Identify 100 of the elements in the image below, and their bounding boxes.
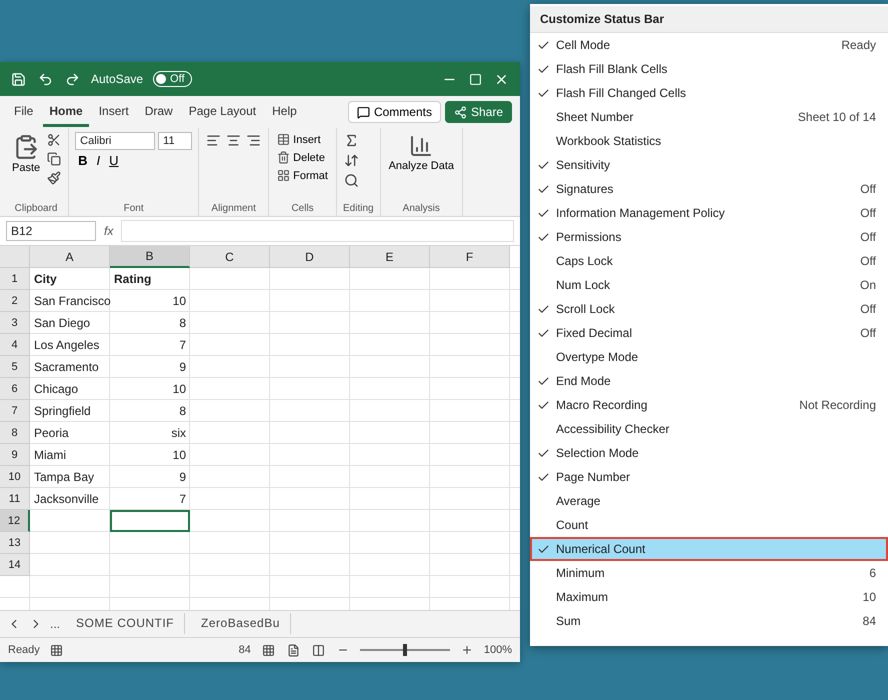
ribbon-tab[interactable]: Draw: [138, 98, 179, 126]
more-sheets[interactable]: ...: [50, 617, 60, 631]
comments-button[interactable]: Comments: [348, 101, 441, 123]
table-icon: [277, 133, 290, 146]
ribbon-tab[interactable]: File: [8, 98, 40, 126]
row-number[interactable]: 4: [0, 334, 30, 356]
zoom-level[interactable]: 100%: [484, 644, 512, 656]
font-style-button[interactable]: I: [94, 153, 104, 168]
menu-item[interactable]: Workbook Statistics: [530, 129, 888, 153]
function-label: fx: [104, 224, 114, 238]
font-name-field[interactable]: Calibri: [75, 132, 156, 150]
menu-item[interactable]: Sensitivity: [530, 153, 888, 177]
group-label: Editing: [342, 203, 374, 214]
menu-item[interactable]: Signatures Off: [530, 177, 888, 201]
save-icon[interactable]: [10, 70, 27, 88]
table-cell-text: Peoria: [33, 425, 70, 442]
row-number[interactable]: 7: [0, 400, 30, 422]
column-header[interactable]: F: [430, 246, 510, 268]
menu-item[interactable]: Fixed Decimal Off: [530, 321, 888, 345]
column-header[interactable]: B: [110, 246, 190, 268]
share-button[interactable]: Share: [444, 101, 512, 123]
table-cell-text: six: [170, 425, 187, 442]
table-cell-text: Los Angeles: [33, 337, 100, 354]
row-number[interactable]: 6: [0, 378, 30, 400]
row-number[interactable]: 3: [0, 312, 30, 334]
table-cell-text: Sacramento: [33, 359, 100, 376]
menu-item[interactable]: Flash Fill Changed Cells: [530, 81, 888, 105]
menu-item[interactable]: Count: [530, 513, 888, 537]
page-break-icon[interactable]: [310, 642, 326, 658]
menu-title: Customize Status Bar: [530, 6, 888, 33]
menu-item[interactable]: Page Number: [530, 465, 888, 489]
table-cell-text: Chicago: [33, 381, 80, 398]
column-header[interactable]: E: [350, 246, 430, 268]
autosave-toggle[interactable]: Off: [153, 71, 192, 87]
ribbon-tab[interactable]: Page Layout: [182, 98, 262, 126]
search-icon[interactable]: [342, 172, 360, 189]
menu-item[interactable]: Sheet Number Sheet 10 of 14: [530, 105, 888, 129]
sort-icon[interactable]: [342, 152, 360, 169]
table-cell-text: 8: [178, 403, 187, 420]
sum-text: 84: [238, 644, 251, 656]
share-icon: [454, 106, 467, 118]
table-cell-text: 10: [172, 293, 187, 310]
maximize-icon[interactable]: [468, 72, 483, 86]
menu-item[interactable]: Information Management Policy Off: [530, 201, 888, 225]
group-label: Cells: [290, 203, 315, 214]
menu-item[interactable]: End Mode: [530, 369, 888, 393]
menu-item[interactable]: Average: [530, 489, 888, 513]
sheet-tab[interactable]: ZeroBasedBu: [191, 613, 291, 635]
row-number[interactable]: 11: [0, 488, 30, 510]
row-number[interactable]: 1: [0, 268, 30, 290]
menu-item[interactable]: Accessibility Checker: [530, 417, 888, 441]
column-header[interactable]: C: [190, 246, 270, 268]
menu-item[interactable]: Scroll Lock Off: [530, 297, 888, 321]
font-style-button[interactable]: B: [75, 153, 91, 168]
menu-item[interactable]: Caps Lock Off: [530, 249, 888, 273]
row-number[interactable]: 9: [0, 444, 30, 466]
row-number[interactable]: 2: [0, 290, 30, 312]
grid-icon: [277, 169, 290, 182]
menu-item[interactable]: Macro Recording Not Recording: [530, 393, 888, 417]
analyze-data-button[interactable]: Analyze Data: [386, 132, 456, 174]
row-number[interactable]: 14: [0, 554, 30, 576]
name-box[interactable]: B12: [6, 221, 96, 241]
menu-item[interactable]: Minimum 6: [530, 561, 888, 585]
menu-item[interactable]: Overtype Mode: [530, 345, 888, 369]
cells-button[interactable]: Format: [275, 168, 330, 183]
font-size-field[interactable]: 11: [158, 132, 192, 150]
normal-view-icon[interactable]: [260, 642, 276, 658]
zoom-thumb[interactable]: [402, 644, 407, 656]
menu-item[interactable]: Sum 84: [530, 609, 888, 633]
table-cell-text: San Francisco: [33, 293, 110, 310]
table-cell-text: City: [33, 271, 58, 288]
copy-icon[interactable]: [46, 151, 62, 167]
menu-item[interactable]: Numerical Count: [530, 537, 888, 561]
menu-item[interactable]: Num Lock On: [530, 273, 888, 297]
cells-button[interactable]: Delete: [275, 150, 330, 165]
menu-item[interactable]: Flash Fill Blank Cells: [530, 57, 888, 81]
menu-item[interactable]: Selection Mode: [530, 441, 888, 465]
column-header[interactable]: A: [30, 246, 110, 268]
table-cell-text: 9: [178, 359, 187, 376]
row-number[interactable]: 10: [0, 466, 30, 488]
sheet-tab[interactable]: SOME COUNTIF: [66, 613, 186, 635]
row-number[interactable]: 13: [0, 532, 30, 554]
format-painter-icon[interactable]: [46, 170, 62, 186]
formula-field[interactable]: [121, 220, 514, 242]
menu-item[interactable]: Maximum 10: [530, 585, 888, 609]
menu-item[interactable]: Cell Mode Ready: [530, 33, 888, 57]
font-style-button[interactable]: U: [106, 153, 122, 168]
row-number[interactable]: 8: [0, 422, 30, 444]
page-layout-icon[interactable]: [286, 642, 301, 658]
column-header[interactable]: D: [270, 246, 350, 268]
table-cell-text: 10: [172, 381, 187, 398]
table-cell-text: Springfield: [33, 403, 92, 420]
ribbon-tab[interactable]: Help: [266, 98, 303, 126]
row-number[interactable]: 5: [0, 356, 30, 378]
paste-button[interactable]: Paste: [10, 132, 42, 176]
cells-button[interactable]: Insert: [275, 132, 330, 147]
menu-item[interactable]: Permissions Off: [530, 225, 888, 249]
cell-mode-text: Ready: [8, 644, 40, 656]
ribbon-tab[interactable]: Insert: [92, 98, 135, 126]
row-number[interactable]: 12: [0, 510, 30, 532]
